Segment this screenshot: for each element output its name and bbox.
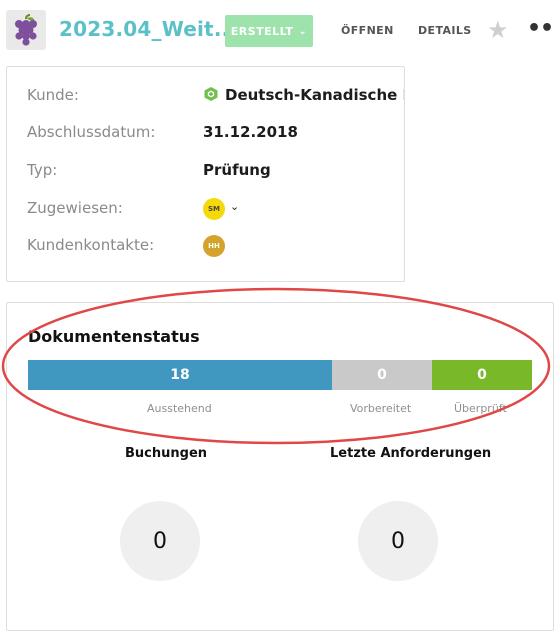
latest-requests-count[interactable]: 0: [358, 501, 438, 581]
page-title: 2023.04_Weit...: [59, 17, 238, 41]
hexagon-icon: [204, 87, 218, 101]
open-link[interactable]: ÖFFNEN: [341, 24, 394, 37]
status-segment-pending[interactable]: 18: [28, 360, 332, 390]
detail-label: Zugewiesen:: [27, 199, 123, 217]
section-title: Dokumentenstatus: [28, 327, 200, 346]
status-bar: 18 0 0: [28, 360, 532, 390]
detail-row-closing-date: Abschlussdatum: 31.12.2018: [27, 123, 404, 145]
avatar[interactable]: HH: [203, 235, 225, 257]
detail-label: Typ:: [27, 161, 58, 179]
details-card: Kunde: Deutsch-Kanadische Bibl Abschluss…: [6, 66, 405, 282]
detail-label: Kundenkontakte:: [27, 236, 155, 254]
detail-row-customer: Kunde: Deutsch-Kanadische Bibl: [27, 86, 404, 108]
customer-value[interactable]: Deutsch-Kanadische Bibl: [203, 86, 404, 104]
status-segment-prepared[interactable]: 0: [332, 360, 432, 390]
closing-date-value: 31.12.2018: [203, 123, 298, 141]
detail-label: Abschlussdatum:: [27, 123, 156, 141]
status-dropdown-button[interactable]: ERSTELLT ⌄: [225, 15, 313, 47]
page-header: 2023.04_Weit... ERSTELLT ⌄ ÖFFNEN DETAIL…: [0, 0, 556, 62]
detail-row-assigned: Zugewiesen: SM ⌄: [27, 198, 404, 221]
segment-label: Vorbereitet: [350, 402, 412, 415]
latest-requests-title: Letzte Anforderungen: [330, 446, 492, 461]
bookings-count[interactable]: 0: [120, 501, 200, 581]
detail-row-contacts: Kundenkontakte: HH: [27, 235, 404, 258]
details-link[interactable]: DETAILS: [418, 24, 472, 37]
grapes-icon: [6, 10, 46, 50]
status-segment-reviewed[interactable]: 0: [432, 360, 532, 390]
chevron-down-icon: ⌄: [298, 25, 308, 37]
type-value: Prüfung: [203, 161, 271, 179]
customer-name: Deutsch-Kanadische Bibl: [225, 86, 404, 104]
more-icon[interactable]: •••: [527, 16, 556, 41]
segment-label: Ausstehend: [147, 402, 212, 415]
detail-label: Kunde:: [27, 86, 79, 104]
avatar[interactable]: SM: [203, 198, 225, 220]
segment-label: Überprüft: [454, 402, 507, 415]
status-label: ERSTELLT: [230, 24, 294, 38]
document-status-card: Dokumentenstatus 18 0 0 Ausstehend Vorbe…: [6, 302, 554, 631]
chevron-down-icon[interactable]: ⌄: [230, 200, 239, 213]
star-icon[interactable]: ★: [487, 16, 509, 44]
bookings-title: Buchungen: [125, 446, 208, 461]
detail-row-type: Typ: Prüfung: [27, 161, 404, 183]
